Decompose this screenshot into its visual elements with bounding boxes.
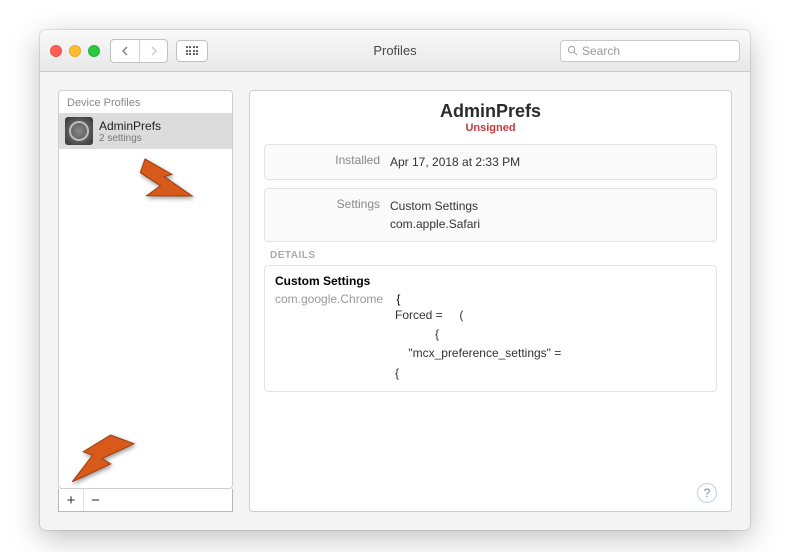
close-icon[interactable] <box>50 45 62 57</box>
forward-button[interactable] <box>139 40 167 62</box>
page-title: Profiles <box>373 43 416 58</box>
titlebar: Profiles Search <box>40 30 750 72</box>
back-button[interactable] <box>111 40 139 62</box>
search-icon <box>567 45 578 56</box>
zoom-icon[interactable] <box>88 45 100 57</box>
show-all-button[interactable] <box>176 40 208 62</box>
domain-line: com.google.Chrome { <box>275 292 706 306</box>
details-header: DETAILS <box>270 250 717 261</box>
settings-value-1: Custom Settings <box>390 197 480 215</box>
search-input[interactable]: Search <box>560 40 740 62</box>
installed-value: Apr 17, 2018 at 2:33 PM <box>390 153 520 171</box>
grid-icon <box>186 46 199 55</box>
minimize-icon[interactable] <box>69 45 81 57</box>
detail-status: Unsigned <box>264 122 717 134</box>
code-brace-open: { <box>396 292 400 306</box>
settings-label: Settings <box>275 197 380 233</box>
nav-back-forward <box>110 39 168 63</box>
installed-row: Installed Apr 17, 2018 at 2:33 PM <box>264 144 717 180</box>
detail-panel: AdminPrefs Unsigned Installed Apr 17, 20… <box>249 90 732 512</box>
content-area: Device Profiles AdminPrefs 2 settings + … <box>40 72 750 530</box>
settings-value-2: com.apple.Safari <box>390 215 480 233</box>
annotation-arrow-profile <box>140 145 200 205</box>
annotation-arrow-addremove <box>70 430 140 500</box>
custom-settings-label: Custom Settings <box>275 274 706 288</box>
profile-item-adminprefs[interactable]: AdminPrefs 2 settings <box>59 113 232 149</box>
profile-item-name: AdminPrefs <box>99 119 161 133</box>
code-block: Forced = ( { "mcx_preference_settings" =… <box>395 306 706 383</box>
help-button[interactable]: ? <box>697 483 717 503</box>
detail-title: AdminPrefs <box>264 101 717 122</box>
settings-row: Settings Custom Settings com.apple.Safar… <box>264 188 717 242</box>
preferences-window: Profiles Search Device Profiles AdminPre… <box>40 30 750 530</box>
gear-icon <box>65 117 93 145</box>
profile-item-sub: 2 settings <box>99 133 161 144</box>
installed-label: Installed <box>275 153 380 171</box>
search-placeholder: Search <box>582 44 620 58</box>
domain-text: com.google.Chrome <box>275 292 383 306</box>
profile-item-text: AdminPrefs 2 settings <box>99 119 161 144</box>
window-controls <box>50 45 100 57</box>
details-box: Custom Settings com.google.Chrome { Forc… <box>264 265 717 392</box>
settings-value: Custom Settings com.apple.Safari <box>390 197 480 233</box>
section-label: Device Profiles <box>59 91 232 113</box>
